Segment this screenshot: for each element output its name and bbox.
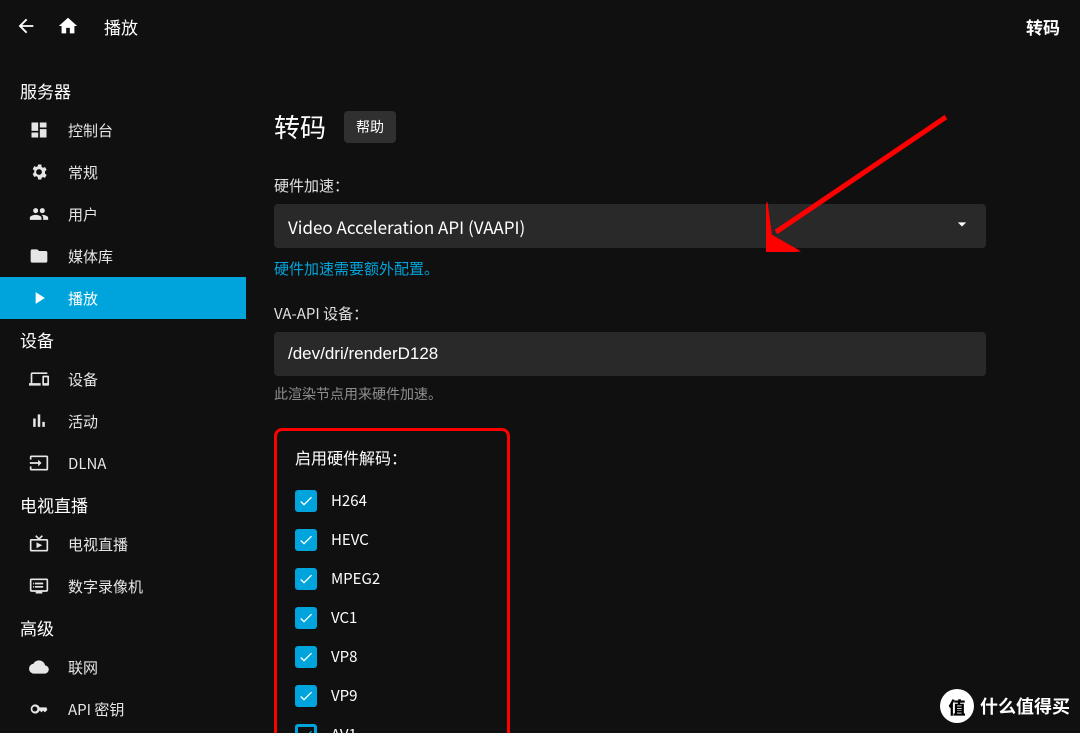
codec-section: 启用硬件解码： H264HEVCMPEG2VC1VP8VP9AV1HEVC 10… [274, 428, 510, 733]
sidebar-item-play[interactable]: 播放 [0, 277, 246, 319]
codec-checkbox[interactable] [295, 568, 317, 590]
hwaccel-hint[interactable]: 硬件加速需要额外配置。 [274, 258, 1020, 279]
sidebar-item-label: 播放 [68, 288, 98, 309]
codec-label: VP8 [331, 646, 357, 667]
input-icon [28, 452, 50, 474]
codec-row: VP8 [295, 637, 489, 676]
chart-icon [28, 410, 50, 432]
sidebar-item-key[interactable]: API 密钥 [0, 688, 246, 730]
chevron-down-icon [952, 214, 972, 239]
sidebar-item-chart[interactable]: 活动 [0, 400, 246, 442]
sidebar-item-label: 数字录像机 [68, 576, 143, 597]
codec-row: VP9 [295, 676, 489, 715]
watermark-text: 什么值得买 [980, 693, 1070, 719]
sidebar-section-title: 电视直播 [0, 484, 246, 523]
main: 转码 帮助 硬件加速： Video Acceleration API (VAAP… [246, 52, 1080, 733]
sidebar-item-devices[interactable]: 设备 [0, 358, 246, 400]
sidebar-section-title: 高级 [0, 607, 246, 646]
sidebar-item-dashboard[interactable]: 控制台 [0, 109, 246, 151]
sidebar-item-input[interactable]: DLNA [0, 442, 246, 484]
play-icon [28, 287, 50, 309]
codec-label: MPEG2 [331, 568, 380, 589]
back-icon[interactable] [14, 14, 38, 38]
codec-label: VC1 [331, 607, 357, 628]
sidebar-item-label: 联网 [68, 657, 98, 678]
codec-label: HEVC [331, 529, 369, 550]
dvr-icon [28, 575, 50, 597]
codec-checkbox[interactable] [295, 646, 317, 668]
sidebar-item-cloud[interactable]: 联网 [0, 646, 246, 688]
codec-label: H264 [331, 490, 367, 511]
codec-checkbox[interactable] [295, 724, 317, 733]
codec-row: H264 [295, 481, 489, 520]
sidebar-item-dvr[interactable]: 数字录像机 [0, 565, 246, 607]
sidebar-section-title: 设备 [0, 319, 246, 358]
hwaccel-selected: Video Acceleration API (VAAPI) [288, 214, 525, 239]
hwaccel-select[interactable]: Video Acceleration API (VAAPI) [274, 204, 986, 248]
devices-icon [28, 368, 50, 390]
sidebar-item-gear[interactable]: 常规 [0, 151, 246, 193]
codec-row: AV1 [295, 715, 489, 733]
sidebar: 服务器控制台常规用户媒体库播放设备设备活动DLNA电视直播电视直播数字录像机高级… [0, 52, 246, 733]
codec-row: MPEG2 [295, 559, 489, 598]
breadcrumb: 播放 [104, 14, 138, 39]
sidebar-item-label: 常规 [68, 162, 98, 183]
hwaccel-label: 硬件加速： [274, 175, 1020, 196]
help-button[interactable]: 帮助 [344, 111, 396, 143]
sidebar-item-label: 设备 [68, 369, 98, 390]
watermark: 值 什么值得买 [940, 689, 1070, 723]
home-icon[interactable] [56, 14, 80, 38]
key-icon [28, 698, 50, 720]
header: 播放 转码 [0, 0, 1080, 52]
tv-icon [28, 533, 50, 555]
sidebar-item-tv[interactable]: 电视直播 [0, 523, 246, 565]
sidebar-item-label: 活动 [68, 411, 98, 432]
codec-checkbox[interactable] [295, 529, 317, 551]
header-left: 播放 [14, 14, 138, 39]
sidebar-item-label: API 密钥 [68, 699, 124, 720]
sidebar-item-label: 媒体库 [68, 246, 113, 267]
codec-label: AV1 [331, 724, 357, 733]
watermark-badge: 值 [940, 689, 974, 723]
sidebar-item-label: DLNA [68, 453, 106, 474]
page-title: 转码 [274, 108, 326, 145]
codec-checkbox[interactable] [295, 490, 317, 512]
cloud-icon [28, 656, 50, 678]
folder-icon [28, 245, 50, 267]
sidebar-item-label: 用户 [68, 204, 98, 225]
codec-checkbox[interactable] [295, 685, 317, 707]
vaapi-device-sub: 此渲染节点用来硬件加速。 [274, 384, 1020, 404]
codec-row: HEVC [295, 520, 489, 559]
sidebar-item-label: 电视直播 [68, 534, 128, 555]
sidebar-item-label: 控制台 [68, 120, 113, 141]
vaapi-device-input[interactable] [274, 332, 986, 376]
codec-title: 启用硬件解码： [295, 445, 489, 469]
header-page-title: 转码 [1026, 14, 1060, 39]
sidebar-section-title: 服务器 [0, 70, 246, 109]
sidebar-item-folder[interactable]: 媒体库 [0, 235, 246, 277]
codec-label: VP9 [331, 685, 357, 706]
users-icon [28, 203, 50, 225]
gear-icon [28, 161, 50, 183]
codec-checkbox[interactable] [295, 607, 317, 629]
vaapi-device-label: VA-API 设备： [274, 303, 1020, 324]
dashboard-icon [28, 119, 50, 141]
codec-row: VC1 [295, 598, 489, 637]
sidebar-item-users[interactable]: 用户 [0, 193, 246, 235]
